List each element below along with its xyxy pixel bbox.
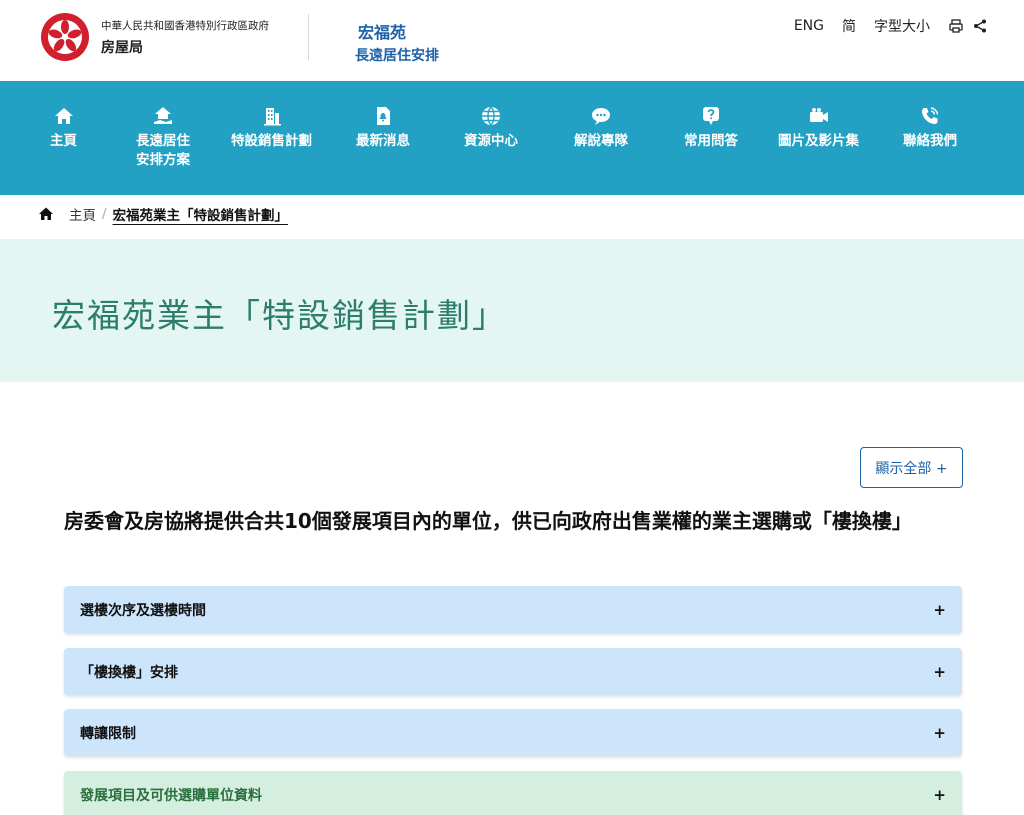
accordion-item-flat-for-flat[interactable]: 「樓換樓」安排 +: [64, 648, 962, 695]
nav-item-latest-news[interactable]: 最新消息: [356, 105, 410, 151]
government-name: 中華人民共和國香港特別行政區政府: [101, 20, 269, 32]
nav-label: 常用問答: [684, 133, 738, 149]
accordion-label: 選樓次序及選樓時間: [80, 602, 206, 619]
main-navigation: 主頁 長遠居住 安排方案 特設銷售計劃 最新消息 資源中心 解說專隊 常用問答 …: [0, 81, 1024, 195]
print-icon[interactable]: [948, 18, 964, 34]
nav-label: 最新消息: [356, 133, 410, 149]
breadcrumb: 主頁 / 宏福苑業主「特設銷售計劃」: [38, 204, 288, 224]
home-icon[interactable]: [38, 206, 54, 222]
accordion-item-development-projects[interactable]: 發展項目及可供選購單位資料 +: [64, 771, 962, 815]
department-name: 房屋局: [101, 40, 143, 56]
lang-simplified-chinese-link[interactable]: 简: [842, 16, 856, 36]
hksar-emblem-logo[interactable]: [40, 12, 90, 62]
page-banner: 宏福苑業主「特設銷售計劃」: [0, 239, 1024, 382]
home-icon: [54, 108, 73, 124]
nav-label: 解說專隊: [574, 133, 628, 149]
nav-item-home[interactable]: 主頁: [50, 105, 77, 151]
nav-label: 特設銷售計劃: [231, 133, 312, 149]
nav-item-contact-us[interactable]: 聯絡我們: [903, 105, 957, 151]
site-header: 中華人民共和國香港特別行政區政府 房屋局 宏福苑 長遠居住安排 ENG 简 字型…: [0, 0, 1024, 81]
expand-plus-icon[interactable]: +: [933, 601, 946, 619]
expand-plus-icon[interactable]: +: [933, 663, 946, 681]
page-title: 宏福苑業主「特設銷售計劃」: [52, 296, 507, 335]
question-icon: [703, 107, 719, 125]
share-icon[interactable]: [972, 18, 988, 34]
show-all-button[interactable]: 顯示全部 +: [860, 447, 963, 488]
header-divider: [308, 14, 309, 60]
breadcrumb-separator: /: [102, 206, 107, 222]
font-size-link[interactable]: 字型大小: [874, 16, 930, 36]
accordion-label: 「樓換樓」安排: [80, 664, 178, 681]
expand-plus-icon[interactable]: +: [933, 724, 946, 742]
accordion-label: 轉讓限制: [80, 725, 136, 742]
globe-icon: [482, 106, 500, 126]
breadcrumb-home-link[interactable]: 主頁: [69, 204, 96, 224]
site-title[interactable]: 宏福苑: [358, 19, 406, 43]
breadcrumb-current-page[interactable]: 宏福苑業主「特設銷售計劃」: [113, 204, 289, 224]
nav-label: 資源中心: [464, 133, 518, 149]
accordion-item-selection-order[interactable]: 選樓次序及選樓時間 +: [64, 586, 962, 633]
chat-icon: [592, 108, 610, 125]
news-icon: [377, 107, 390, 125]
nav-item-resource-centre[interactable]: 資源中心: [464, 105, 518, 151]
nav-item-faq[interactable]: 常用問答: [684, 105, 738, 151]
nav-label: 圖片及影片集: [778, 133, 859, 149]
nav-item-photo-video-gallery[interactable]: 圖片及影片集: [778, 105, 859, 151]
phone-icon: [922, 107, 939, 124]
nav-item-explanation-team[interactable]: 解說專隊: [574, 105, 628, 151]
expand-plus-icon[interactable]: +: [933, 786, 946, 804]
nav-item-long-term-housing[interactable]: 長遠居住 安排方案: [136, 105, 190, 170]
site-subtitle[interactable]: 長遠居住安排: [355, 45, 439, 65]
nav-label: 主頁: [50, 133, 77, 149]
section-headline: 房委會及房協將提供合共10個發展項目內的單位，供已向政府出售業權的業主選購或「樓…: [64, 509, 912, 533]
nav-label: 長遠居住 安排方案: [136, 133, 190, 168]
top-utility-links: ENG 简 字型大小: [794, 16, 988, 36]
accordion-label: 發展項目及可供選購單位資料: [80, 787, 262, 804]
lang-english-link[interactable]: ENG: [794, 18, 824, 34]
house-hand-icon: [154, 107, 172, 124]
accordion-item-alienation-restrictions[interactable]: 轉讓限制 +: [64, 709, 962, 756]
nav-label: 聯絡我們: [903, 133, 957, 149]
nav-item-special-sale-scheme[interactable]: 特設銷售計劃: [231, 105, 312, 151]
building-icon: [263, 108, 281, 126]
camera-icon: [809, 108, 828, 122]
